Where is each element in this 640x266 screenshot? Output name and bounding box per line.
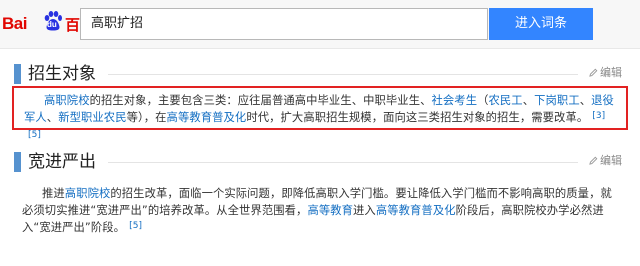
inline-link[interactable]: 下岗职工 — [534, 94, 580, 107]
pencil-edit-icon — [589, 68, 598, 77]
section-paragraph: 推进高职院校的招生改革，面临一个实际问题，即降低高职入学门槛。要让降低入学门槛而… — [22, 185, 618, 238]
paragraph-text: 进入 — [353, 204, 376, 217]
section-marker — [14, 64, 21, 84]
reference-link[interactable]: [5] — [129, 221, 142, 231]
pencil-edit-icon — [589, 156, 598, 165]
logo-paw-text: du — [47, 20, 57, 29]
section-marker — [14, 152, 21, 172]
inline-link[interactable]: 社会考生 — [432, 94, 478, 107]
paragraph-text: 推进 — [42, 187, 65, 200]
paragraph-text: 的招生对象，主要包含三类：应往届普通高中毕业生、中职毕业生、 — [89, 94, 432, 107]
paragraph-text: 时代，扩大高职招生规模，面向这三类招生对象的招生，需要改革。 — [246, 111, 589, 124]
paragraph-text: 等），在 — [126, 111, 167, 124]
section-paragraph: 高职院校的招生对象，主要包含三类：应往届普通高中毕业生、中职毕业生、社会考生（农… — [24, 92, 618, 147]
reference-link[interactable]: [5] — [28, 130, 41, 140]
reference-link[interactable]: [3] — [592, 111, 605, 121]
search-input[interactable]: 高职扩招 — [80, 8, 488, 40]
inline-link[interactable]: 农民工 — [489, 94, 523, 107]
edit-button[interactable]: 编辑 — [589, 154, 622, 168]
section-title: 招生对象 — [28, 64, 96, 84]
paragraph-text: 、 — [46, 111, 59, 124]
paragraph-text: 、 — [579, 94, 592, 107]
enter-entry-button[interactable]: 进入词条 — [489, 8, 593, 40]
inline-link[interactable]: 新型职业农民 — [58, 111, 126, 124]
inline-link[interactable]: 高等教育普及化 — [167, 111, 247, 124]
paragraph-text: （ — [477, 94, 489, 107]
section-header-lenient-entry: 宽进严出 编辑 — [0, 150, 640, 176]
section-divider — [108, 162, 578, 163]
inline-link[interactable]: 高职院校 — [65, 187, 111, 200]
paragraph-text: 、 — [522, 94, 535, 107]
edit-label: 编辑 — [600, 66, 622, 79]
section-title: 宽进严出 — [28, 152, 96, 172]
inline-link[interactable]: 高职院校 — [44, 94, 90, 107]
inline-link[interactable]: 高等教育 — [307, 204, 353, 217]
edit-label: 编辑 — [600, 154, 622, 167]
edit-button[interactable]: 编辑 — [589, 66, 622, 80]
section-header-recruitment-targets: 招生对象 编辑 — [0, 62, 640, 88]
section-divider — [108, 74, 578, 75]
logo-text: Bai — [2, 14, 27, 33]
inline-link[interactable]: 高等教育普及化 — [376, 204, 456, 217]
top-bar: Bai du 百科 高职扩招 进入词条 — [0, 0, 640, 49]
